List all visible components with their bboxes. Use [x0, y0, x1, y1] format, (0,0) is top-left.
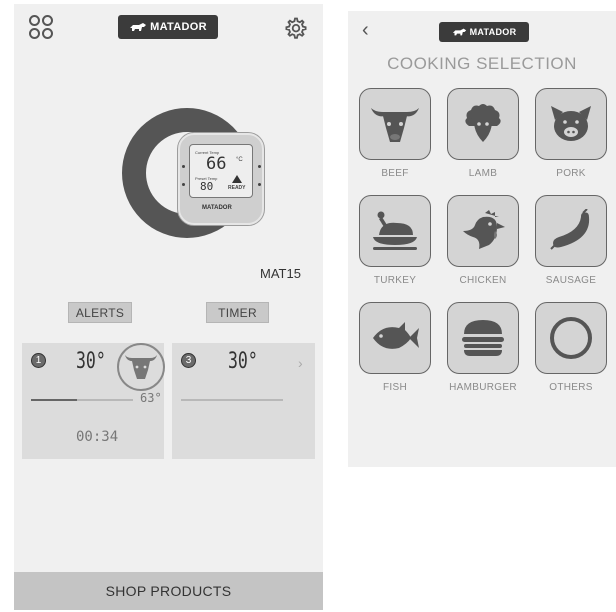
sheep-icon — [465, 104, 501, 142]
bull-logo-icon — [130, 23, 147, 31]
meat-selection-button[interactable] — [117, 343, 165, 391]
sausage-label: SAUSAGE — [545, 275, 597, 286]
alerts-button[interactable]: ALERTS — [68, 302, 132, 323]
warning-triangle-icon — [232, 175, 242, 183]
sausage-option[interactable] — [535, 195, 607, 267]
bull-logo-icon — [452, 28, 466, 36]
device-button-dot — [182, 183, 185, 186]
probe-card-3[interactable]: 3 30° › — [172, 343, 315, 459]
monitor-screen: MATADOR Current Temp 66 °C Preset Temp 8… — [14, 4, 323, 610]
chicken-label: CHICKEN — [459, 275, 507, 286]
pork-option[interactable] — [535, 88, 607, 160]
chevron-right-icon[interactable]: › — [298, 355, 303, 371]
brand-name: MATADOR — [469, 27, 517, 37]
probe-current-temp: 30° — [76, 349, 106, 374]
device-display: Current Temp 66 °C Preset Temp 80 READY — [189, 144, 253, 198]
bull-icon — [125, 355, 157, 379]
others-label: OTHERS — [549, 382, 593, 393]
probe-number-badge: 3 — [181, 353, 196, 368]
probe-progress-track — [31, 399, 133, 401]
sausage-icon — [550, 209, 590, 250]
device-preset-temp: 80 — [200, 180, 214, 193]
roast-turkey-icon — [373, 211, 417, 250]
turkey-option[interactable] — [359, 195, 431, 267]
menu-grid-icon[interactable] — [28, 14, 54, 40]
device-button-dot — [258, 165, 261, 168]
timer-button[interactable]: TIMER — [206, 302, 269, 323]
bull-icon — [371, 108, 419, 142]
probe-card-1[interactable]: 1 30° 63° 00:34 — [22, 343, 165, 459]
device-name: MAT15 — [260, 266, 301, 281]
others-option[interactable] — [535, 302, 607, 374]
device-current-temp: 66 — [206, 154, 227, 174]
settings-gear-icon[interactable] — [282, 15, 308, 41]
device-brand: MATADOR — [202, 205, 232, 211]
cooking-selection-screen: ‹ MATADOR COOKING SELECTION BEEF LAMB PO… — [348, 11, 616, 467]
page-title: COOKING SELECTION — [387, 54, 577, 73]
device-unit: °C — [236, 157, 243, 163]
turkey-label: TURKEY — [373, 275, 417, 286]
probe-timer: 00:34 — [76, 429, 119, 445]
hamburger-label: HAMBURGER — [449, 382, 517, 393]
device-button-dot — [258, 183, 261, 186]
brand-name: MATADOR — [150, 21, 207, 33]
beef-option[interactable] — [359, 88, 431, 160]
beef-label: BEEF — [381, 168, 409, 179]
device-status: READY — [228, 185, 246, 191]
probe-current-temp: 30° — [228, 349, 258, 374]
matador-logo: MATADOR — [118, 15, 218, 39]
device-button-dot — [182, 165, 185, 168]
probe-target-temp: 63° — [140, 391, 162, 405]
matador-logo: MATADOR — [439, 22, 529, 42]
probe-number-badge: 1 — [31, 353, 46, 368]
fish-option[interactable] — [359, 302, 431, 374]
fish-label: FISH — [383, 382, 407, 393]
pig-icon — [551, 106, 591, 141]
fish-icon — [373, 322, 419, 349]
probe-progress-track — [181, 399, 283, 401]
hamburger-icon — [462, 320, 504, 356]
lamb-label: LAMB — [468, 168, 498, 179]
pork-label: PORK — [556, 168, 586, 179]
circle-icon — [550, 317, 592, 359]
back-chevron-icon[interactable]: ‹ — [362, 19, 369, 42]
lamb-option[interactable] — [447, 88, 519, 160]
hamburger-option[interactable] — [447, 302, 519, 374]
shop-products-button[interactable]: SHOP PRODUCTS — [14, 572, 323, 610]
thermometer-device-image: Current Temp 66 °C Preset Temp 80 READY … — [178, 133, 264, 225]
chicken-icon — [463, 210, 505, 249]
chicken-option[interactable] — [447, 195, 519, 267]
probe-progress-fill — [31, 399, 77, 401]
